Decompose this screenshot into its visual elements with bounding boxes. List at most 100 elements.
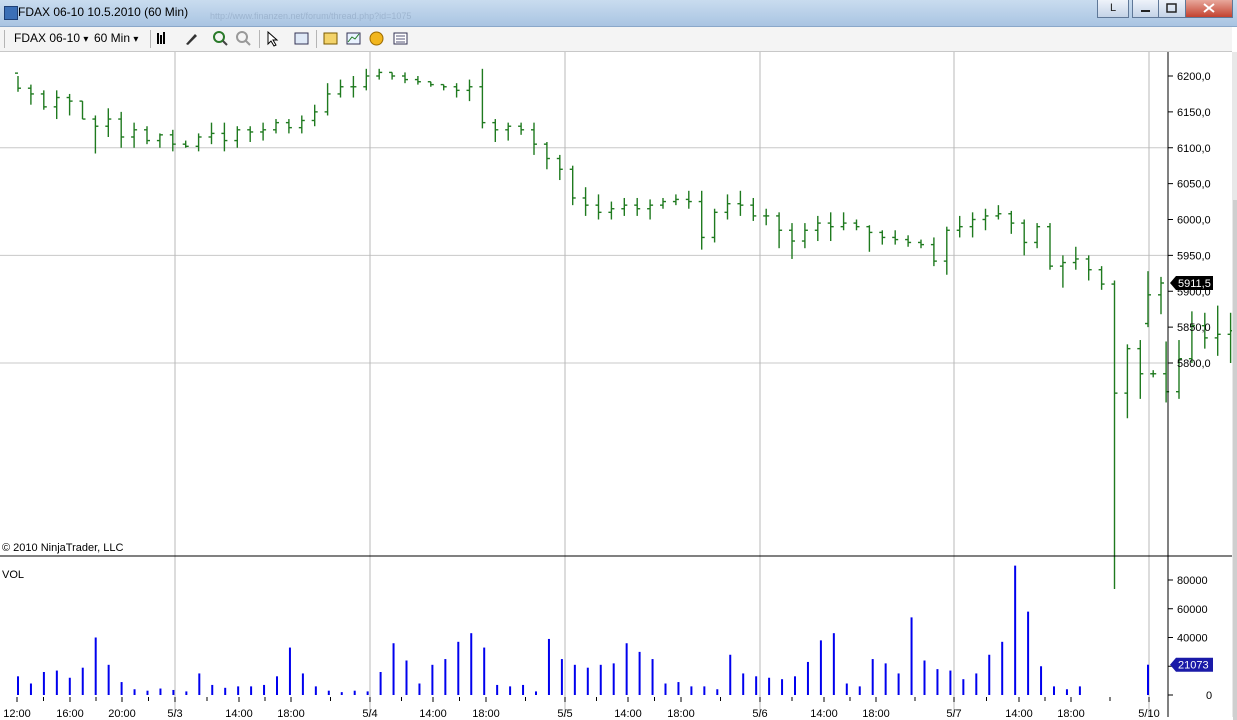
ohlc-bar [879,230,886,245]
ohlc-bar [363,68,370,91]
chart-toolbar: FDAX 06-10 ▾ 60 Min ▾ [0,27,1232,52]
ohlc-bar [1137,340,1144,399]
ohlc-bar [440,83,447,91]
ohlc-bar [930,237,937,267]
ohlc-bar [105,108,112,137]
volume-tick-label: 0 [1206,690,1212,702]
strategy-icon[interactable] [322,30,339,47]
ohlc-bar [801,223,808,249]
ohlc-bar [1214,305,1221,356]
maximize-icon[interactable] [1158,0,1186,18]
ohlc-bar [827,212,834,242]
coin-icon[interactable] [368,30,385,47]
ohlc-bar [298,115,305,134]
price-tick-label: 5800,0 [1177,358,1211,370]
ohlc-bar [543,142,550,170]
close-icon[interactable] [1185,0,1233,18]
ohlc-bar [53,90,60,120]
ohlc-bar [556,154,563,181]
ohlc-bar [1034,223,1041,249]
zoom-in-icon[interactable] [212,30,229,47]
ohlc-bar [1008,210,1015,234]
ohlc-bar [698,190,705,250]
interval-selector[interactable]: 60 Min ▾ [94,31,138,45]
x-tick-label: 18:00 [277,708,305,717]
ohlc-bar [789,223,795,259]
volume-tick-label: 40000 [1177,633,1208,645]
volume-bars [17,565,1149,695]
ohlc-bar [1072,246,1079,270]
x-tick-label: 14:00 [1005,708,1033,717]
indicator-icon[interactable] [345,30,362,47]
ohlc-bar [182,140,189,148]
ohlc-bar [79,100,86,120]
pencil-icon[interactable] [183,30,200,47]
ohlc-bar [840,212,847,231]
bars-icon[interactable] [155,30,172,47]
properties-icon[interactable] [293,30,310,47]
ohlc-bar [737,190,744,216]
cursor-icon[interactable] [264,30,281,47]
ohlc-bar [1059,255,1066,288]
toolbar-separator [316,30,317,48]
price-tick-label: 6000,0 [1177,215,1211,227]
ohlc-bar [156,133,163,148]
x-tick-label: 5/6 [752,708,767,717]
ohlc-bar [956,215,963,238]
ohlc-bar [492,119,499,143]
price-tick-label: 6200,0 [1177,71,1211,83]
last-price-label: 5911,5 [1178,278,1211,290]
x-tick-label: 14:00 [810,708,838,717]
ohlc-bar [118,111,125,148]
ohlc-bar [505,122,512,141]
scrollbar-thumb[interactable] [1233,200,1237,720]
ohlc-bar [595,194,602,220]
x-tick-label: 5/7 [946,708,961,717]
ohlc-bar [1021,219,1028,256]
zoom-out-icon[interactable] [235,30,252,47]
copyright-text: © 2010 NinjaTrader, LLC [2,542,123,554]
volume-tick-label: 60000 [1177,604,1208,616]
ohlc-bar [131,122,138,148]
instrument-selector[interactable]: FDAX 06-10 ▾ [14,31,88,45]
ohlc-bar [427,81,434,87]
ohlc-bar [1111,280,1118,590]
ohlc-bar [1145,271,1151,328]
ohlc-bar [943,226,950,275]
ohlc-bar [311,104,318,127]
ohlc-bar [660,197,666,209]
link-button[interactable]: L [1097,0,1129,18]
last-price-marker: 5911,5 [1170,275,1213,290]
last-volume-label: 21073 [1178,660,1209,672]
ohlc-bar [518,122,525,135]
ohlc-bar [376,68,383,80]
ohlc-bar [195,133,202,152]
ohlc-bar [569,165,576,206]
ohlc-bar [905,235,912,247]
ohlc-bar [621,197,628,216]
ohlc-bar [776,212,783,249]
app-icon [4,6,18,20]
ohlc-bar [40,90,47,110]
ohlc-bar [582,187,589,216]
x-tick-label: 12:00 [3,708,31,717]
x-tick-label: 5/5 [557,708,572,717]
data-box-icon[interactable] [392,30,409,47]
ohlc-bar [853,219,860,231]
title-url-ghost: http://www.finanzen.net/forum/thread.php… [210,11,412,21]
minimize-icon[interactable] [1132,0,1159,18]
volume-axis: 800006000040000200000 [1168,575,1212,702]
ohlc-bar [66,93,73,116]
ohlc-bar [285,119,292,134]
price-axis: 6200,06150,06100,06050,06000,05950,05900… [1168,71,1211,370]
ohlc-bar [814,215,821,242]
window-title: FDAX 06-10 10.5.2010 (60 Min) [18,5,189,19]
price-tick-label: 6100,0 [1177,143,1211,155]
volume-tick-label: 80000 [1177,575,1208,587]
chart-area[interactable]: 6200,06150,06100,06050,06000,05950,05900… [0,52,1232,717]
last-volume-marker: 21073 [1170,657,1213,672]
ohlc-bar [672,194,679,206]
x-tick-label: 18:00 [862,708,890,717]
x-tick-label: 16:00 [56,708,84,717]
ohlc-bar [995,205,1002,220]
